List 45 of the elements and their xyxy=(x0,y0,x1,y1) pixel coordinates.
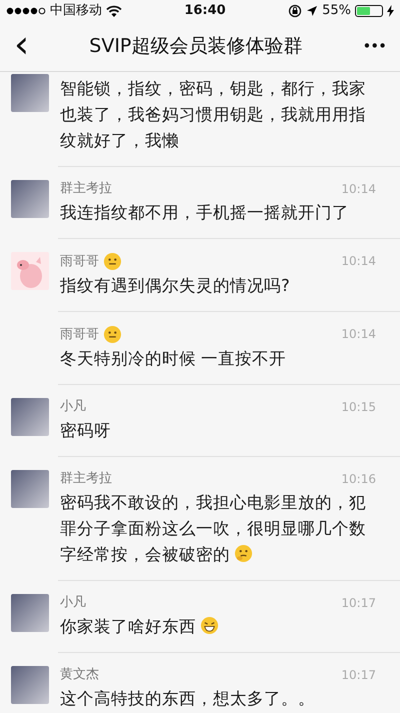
pig-avatar xyxy=(11,252,49,290)
chat-title: SVIP超级会员装修体验群 xyxy=(89,34,302,60)
sender-name: 小凡 xyxy=(60,594,86,612)
battery-percentage: 55% xyxy=(322,2,351,20)
sender-name: 黄文杰 xyxy=(60,666,99,684)
message-time: 10:14 xyxy=(341,253,376,270)
message-time: 10:14 xyxy=(341,181,376,198)
more-button[interactable]: ••• xyxy=(348,35,400,58)
message-text: 指纹有遇到偶尔失灵的情况吗? xyxy=(60,275,291,297)
sender-name: 雨哥哥 xyxy=(60,326,99,344)
rotation-lock-icon xyxy=(288,4,302,18)
carrier-name: 中国移动 xyxy=(50,2,102,20)
sender-name: 雨哥哥 xyxy=(60,252,99,270)
message-text: 我连指纹都不用，手机摇一摇就开门了 xyxy=(60,202,350,224)
location-arrow-icon xyxy=(306,5,318,17)
sender-name: 群主考拉 xyxy=(60,180,112,198)
smiling-face-icon xyxy=(103,252,122,271)
sender-name: 小凡 xyxy=(60,398,86,416)
grinning-face-icon xyxy=(200,616,219,635)
avatar-photo xyxy=(11,180,49,218)
signal-strength-icon xyxy=(6,7,46,15)
message-text: 你家装了啥好东西 xyxy=(60,614,376,640)
message-text: 密码我不敢设的，我担心电影里放的，犯罪分子拿面粉这么一吹，很明显哪几个数字经常按，会被破密的 xyxy=(60,492,367,566)
wifi-icon xyxy=(106,5,122,17)
back-button[interactable]: ‹ xyxy=(0,24,44,62)
battery-icon xyxy=(355,5,383,17)
smiling-face-icon xyxy=(103,325,122,344)
avatar-photo xyxy=(11,74,49,112)
thinking-face-icon xyxy=(234,544,253,563)
avatar-photo xyxy=(11,666,49,704)
message-time: 10:15 xyxy=(341,399,376,416)
avatar-photo xyxy=(11,594,49,632)
message-time: 10:14 xyxy=(341,326,376,343)
message-time: 10:17 xyxy=(341,667,376,684)
charging-bolt-icon xyxy=(387,5,394,17)
message-text: 智能锁，指纹，密码，钥匙，都行，我家也装了，我爸妈习惯用钥匙，我就用用指纹就好了，我懒 xyxy=(60,78,367,152)
avatar-photo xyxy=(11,398,49,436)
message-time: 10:16 xyxy=(341,471,376,488)
message-time: 10:17 xyxy=(341,595,376,612)
message-text: 这个高特技的东西，想太多了。。 xyxy=(60,688,316,710)
avatar-photo xyxy=(11,470,49,508)
message-text: 密码呀 xyxy=(60,420,112,442)
message-text: 冬天特别冷的时候 一直按不开 xyxy=(60,348,288,370)
sender-name: 群主考拉 xyxy=(60,470,112,488)
status-time: 16:40 xyxy=(183,2,227,20)
